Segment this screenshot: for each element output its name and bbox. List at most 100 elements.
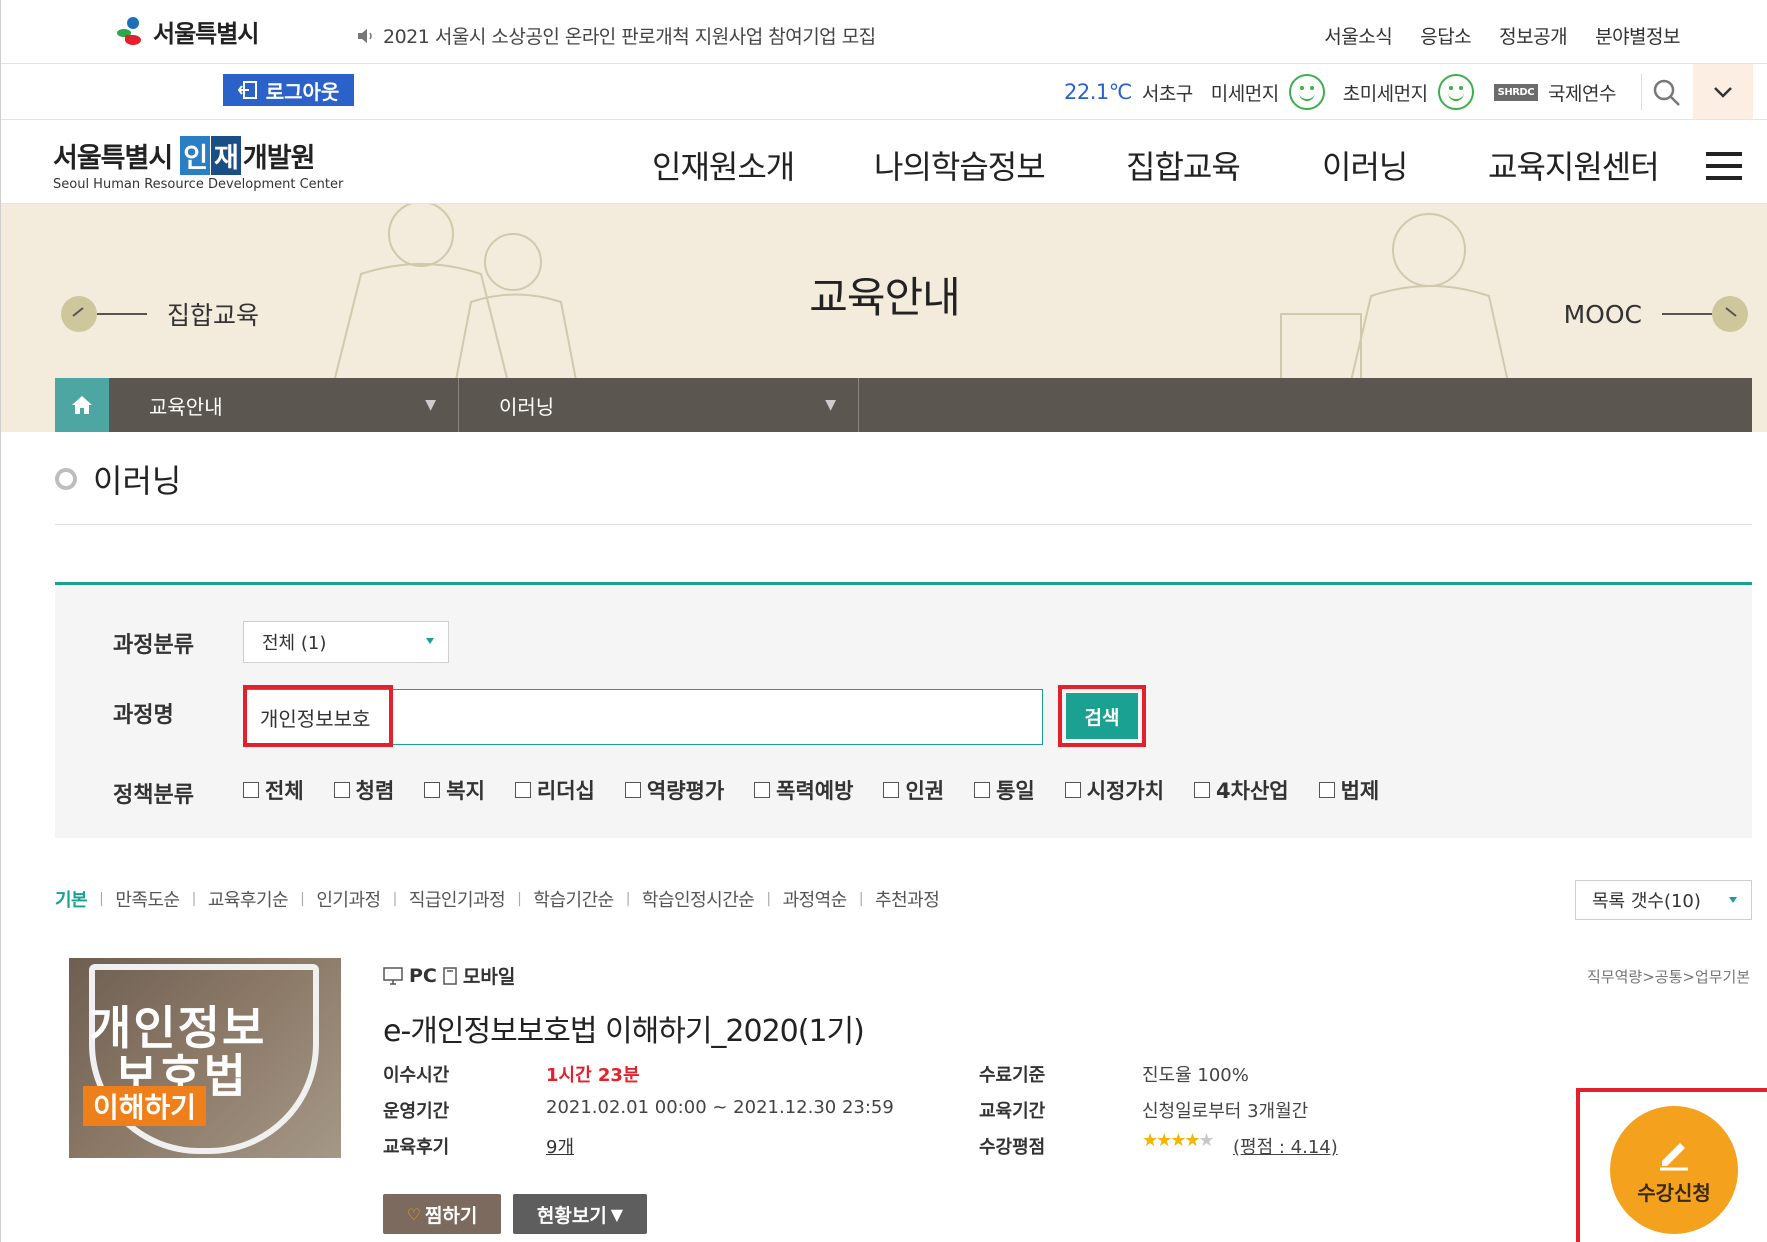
checkbox-icon[interactable] [883,782,900,798]
breadcrumb-level2[interactable]: 이러닝 ▼ [459,378,859,432]
temperature: 22.1℃ [1064,80,1132,104]
prev-section-label: 집합교육 [167,301,260,330]
seoul-logo-text: 서울특별시 [153,20,259,48]
menu-icon[interactable] [1706,152,1742,180]
checkbox-icon[interactable] [1064,782,1081,798]
triangle-down-icon: ▼ [610,1204,624,1224]
monitor-icon [383,966,403,985]
notice-ticker[interactable]: 2021 서울시 소상공인 온라인 판로개척 지원사업 참여기업 모집 [357,22,876,49]
breadcrumb-level1[interactable]: 교육안내 ▼ [109,378,459,432]
speaker-icon [358,28,372,43]
banner-title: 교육안내 [809,273,961,322]
notice-text[interactable]: 2021 서울시 소상공인 온라인 판로개척 지원사업 참여기업 모집 [383,22,876,49]
policy-option-label: 시정가치 [1086,779,1165,803]
search-button[interactable]: 검색 [1066,693,1138,739]
expand-toggle[interactable] [1693,64,1753,119]
checkbox-icon[interactable] [754,782,771,798]
sort-recognized-hours[interactable]: 학습인정시간순 [642,886,755,912]
course-title[interactable]: e-개인정보보호법 이해하기_2020(1기) [383,1006,865,1050]
checkbox-icon[interactable] [514,782,531,798]
status-button[interactable]: 현황보기 ▼ [513,1194,647,1234]
course-name-label: 과정명 [113,703,174,728]
top-search-button[interactable] [1641,74,1681,110]
nav-item-support-center[interactable]: 교육지원센터 [1488,142,1660,188]
policy-option-label: 복지 [446,779,485,803]
policy-checkbox[interactable]: 인권 [883,775,944,805]
smile-icon [1437,74,1474,110]
course-name-field[interactable] [243,689,1043,745]
policy-checkbox[interactable]: 4차산업 [1194,775,1289,805]
rating-text[interactable]: (평점 : 4.14) [1233,1133,1338,1159]
checkbox-icon[interactable] [1318,782,1335,798]
org-logo[interactable]: 서울특별시 인 재 개발원 Seoul Human Resource Devel… [53,136,343,192]
course-thumbnail[interactable]: 개인정보 보호법 이해하기 [69,958,341,1158]
seoul-logo-icon [113,15,147,49]
shrdc-badge: SHRDC [1493,83,1539,101]
checkbox-icon[interactable] [333,782,350,798]
home-button[interactable] [55,378,109,432]
policy-checkbox[interactable]: 리더십 [514,775,595,805]
policy-checkbox[interactable]: 통일 [974,775,1035,805]
policy-checkbox[interactable]: 전체 [243,775,304,805]
period: 2021.02.01 00:00 ~ 2021.12.30 23:59 [546,1097,894,1118]
reviews-label: 교육후기 [383,1137,450,1158]
logout-button[interactable]: 로그아웃 [223,74,354,106]
policy-checkbox[interactable]: 복지 [424,775,485,805]
heart-icon: ♡ [406,1204,421,1224]
fine-dust-label: 초미세먼지 [1342,82,1428,105]
policy-checkbox[interactable]: 폭력예방 [754,775,853,805]
checkbox-icon[interactable] [1194,782,1211,798]
reviews-link[interactable]: 9개 [546,1133,574,1159]
list-count-select[interactable]: 목록 갯수(10) [1575,880,1752,920]
sort-satisfaction[interactable]: 만족도순 [115,886,180,912]
device-support: PC 모바일 [383,962,515,989]
policy-checkbox[interactable]: 법제 [1318,775,1380,805]
circle-icon [55,468,77,490]
sort-reverse[interactable]: 과정역순 [783,886,848,912]
star-empty-icon: ★ [1198,1130,1215,1151]
intl-training-link[interactable]: 국제연수 [1548,79,1616,106]
prev-section-link[interactable]: 집합교육 [61,296,259,332]
nav-item-about[interactable]: 인재원소개 [652,142,874,188]
sort-recommended[interactable]: 추천과정 [875,886,940,912]
rating-stars: ★★★★★ [1142,1130,1215,1151]
checkbox-icon[interactable] [974,782,991,798]
enroll-button[interactable]: 수강신청 [1610,1106,1738,1234]
policy-option-label: 폭력예방 [776,779,854,803]
sort-popular[interactable]: 인기과정 [316,886,381,912]
arrow-line [1662,313,1712,315]
edu-period: 신청일로부터 3개월간 [1142,1101,1309,1122]
category-select[interactable]: 전체 (1) [243,621,449,663]
sort-default[interactable]: 기본 [55,886,88,912]
sort-rank-popular[interactable]: 직급인기과정 [409,886,506,912]
sort-study-period[interactable]: 학습기간순 [533,886,614,912]
nav-item-my-learning[interactable]: 나의학습정보 [874,142,1126,188]
wishlist-button[interactable]: ♡ 찜하기 [383,1194,501,1234]
checkbox-icon[interactable] [624,782,641,798]
policy-checkbox[interactable]: 역량평가 [624,775,725,805]
next-section-link[interactable]: MOOC [1564,296,1748,332]
policy-checkbox[interactable]: 시정가치 [1064,775,1165,805]
seoul-logo[interactable]: 서울특별시 [113,14,259,49]
course-name-input[interactable] [244,690,1042,744]
policy-checkbox[interactable]: 청렴 [333,775,394,805]
policy-label: 정책분류 [113,783,194,808]
page-title-text: 이러닝 [93,462,182,500]
checkbox-icon[interactable] [424,782,441,798]
policy-option-label: 역량평가 [646,779,725,803]
checkbox-icon[interactable] [243,782,259,798]
nav-item-classroom[interactable]: 집합교육 [1126,142,1322,188]
arrow-left-icon [61,296,97,332]
page: 서울특별시 2021 서울시 소상공인 온라인 판로개척 지원사업 참여기업 모… [0,0,1767,1242]
link-field-info[interactable]: 분야별정보 [1595,22,1680,49]
nav-item-elearning[interactable]: 이러닝 [1322,142,1488,188]
link-seoul-news[interactable]: 서울소식 [1324,22,1392,49]
link-info-disclosure[interactable]: 정보공개 [1499,22,1567,49]
pencil-icon [1660,1142,1688,1170]
top-links: 서울소식 응답소 정보공개 분야별정보 [1324,22,1680,49]
policy-option-label: 전체 [265,779,304,803]
policy-option-label: 법제 [1340,779,1380,803]
link-eungdapso[interactable]: 응답소 [1420,22,1471,49]
sort-reviews[interactable]: 교육후기순 [208,886,289,912]
device-pc: PC [409,964,437,987]
